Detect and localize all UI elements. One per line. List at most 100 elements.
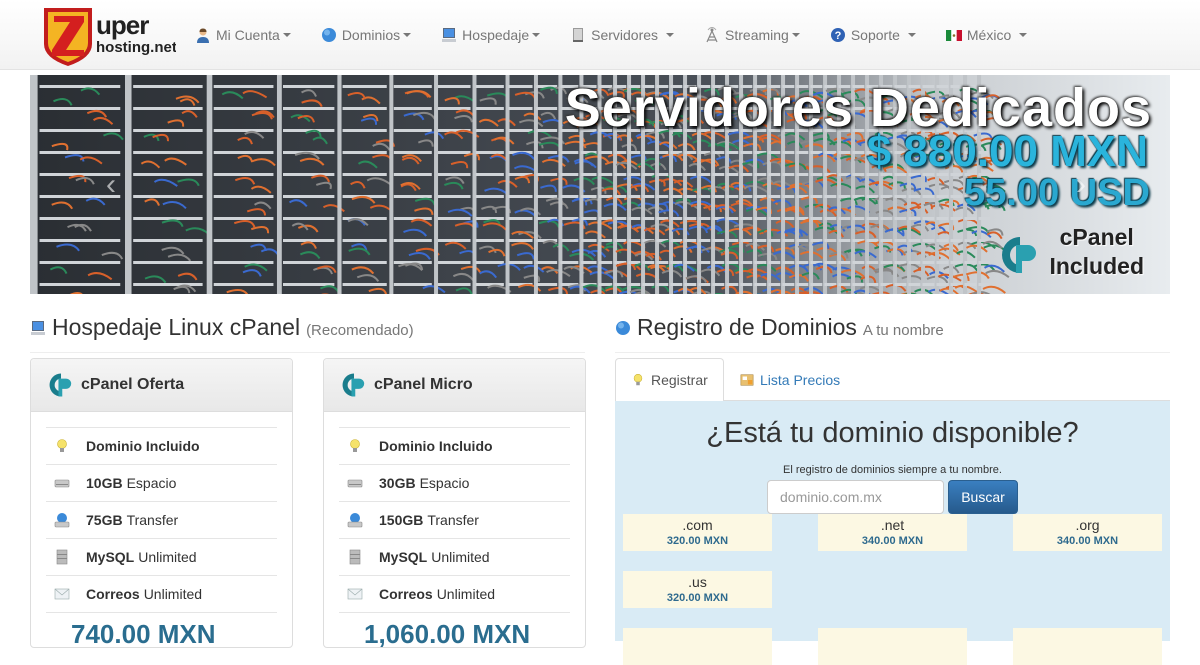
plan-features: Dominio Incluido 10GB Espacio 75GB Transfe… [46, 427, 277, 613]
nav-label: Hospedaje [462, 27, 530, 43]
feature-domain: Dominio Incluido [339, 428, 570, 465]
banner-cpanel-line1: cPanel [1059, 224, 1134, 250]
lightbulb-icon [633, 374, 643, 386]
mexico-flag-icon [945, 30, 962, 41]
banner-cpanel-line2: Included [1049, 253, 1144, 279]
plan-header: cPanel Oferta [31, 359, 292, 412]
divider [30, 352, 585, 353]
plan-card-micro: cPanel Micro Dominio Incluido 30GB Espaci… [323, 358, 586, 649]
nav-mexico[interactable]: México [945, 27, 1028, 43]
user-icon [197, 28, 209, 43]
domain-search-panel: ¿Está tu dominio disponible? El registro… [615, 401, 1170, 665]
nav-dominios[interactable]: Dominios [321, 27, 412, 43]
nav-servidores[interactable]: Servidores [570, 27, 675, 43]
banner-price-usd: 55.00 USD [964, 172, 1150, 214]
antenna-icon [706, 27, 718, 43]
navbar: uper hosting.net Mi Cuenta Dominios Hosp… [0, 0, 1200, 70]
globe-icon [321, 28, 336, 42]
hard-drive-icon [347, 479, 363, 488]
plan-card-oferta: cPanel Oferta Dominio Incluido 10GB Espac… [30, 358, 293, 649]
lightbulb-icon [350, 439, 360, 452]
caret-down-icon [532, 33, 541, 37]
feature-mysql: MySQL Unlimited [339, 539, 570, 576]
nav-label: Streaming [725, 27, 789, 43]
computer-icon [442, 28, 457, 42]
domain-tabs: Registrar Lista Precios [615, 358, 1170, 402]
computer-icon [31, 320, 45, 335]
feature-space: 30GB Espacio [339, 465, 570, 502]
tab-lista-precios[interactable]: Lista Precios [725, 358, 855, 401]
nav-streaming[interactable]: Streaming [704, 27, 800, 43]
domains-section-title: Registro de Dominios A tu nombre [615, 314, 944, 341]
domain-search-input[interactable] [767, 480, 944, 514]
search-button[interactable]: Buscar [948, 480, 1018, 514]
help-icon: ? [830, 28, 845, 42]
plan-features: Dominio Incluido 30GB Espacio 150GB Transf… [339, 427, 570, 613]
hero-carousel[interactable]: Servidores Dedicados $ 880.00 MXN 55.00 … [30, 75, 1170, 294]
carousel-prev-button[interactable]: ‹ [106, 170, 126, 200]
nav-soporte[interactable]: ? Soporte [830, 27, 916, 43]
envelope-icon [54, 588, 70, 600]
plan-price: 1,060.00 MXN [364, 619, 531, 649]
feature-email: Correos Unlimited [339, 576, 570, 613]
svg-text:uper: uper [96, 10, 149, 40]
hosting-title: Hospedaje Linux cPanel [52, 314, 301, 340]
tab-label: Registrar [651, 372, 708, 388]
feature-mysql: MySQL Unlimited [46, 539, 277, 576]
caret-down-icon [1019, 33, 1028, 37]
hosting-section-title: Hospedaje Linux cPanel (Recomendado) [30, 314, 414, 341]
cpanel-logo-icon [342, 373, 365, 397]
lightbulb-icon [57, 439, 67, 452]
domain-heading: ¿Está tu dominio disponible? [706, 417, 1079, 449]
svg-text:hosting.net: hosting.net [96, 39, 176, 56]
feature-space: 10GB Espacio [46, 465, 277, 502]
database-icon [349, 549, 361, 565]
plan-header: cPanel Micro [324, 359, 585, 412]
network-drive-icon [54, 513, 70, 528]
price-list-icon [740, 373, 754, 386]
plan-name: cPanel Oferta [81, 376, 185, 393]
tld-item[interactable]: .org 340.00 MXN [1013, 514, 1162, 551]
nav-label: México [966, 27, 1012, 43]
feature-email: Correos Unlimited [46, 576, 277, 613]
server-icon [573, 28, 584, 42]
tab-label: Lista Precios [760, 371, 841, 388]
domain-subheading: El registro de dominios siempre a tu nom… [783, 464, 1002, 476]
hosting-subtitle: (Recomendado) [306, 322, 414, 339]
caret-down-icon [791, 33, 800, 37]
divider [615, 352, 1170, 353]
feature-transfer: 75GB Transfer [46, 502, 277, 539]
caret-down-icon [403, 33, 412, 37]
nav-label: Mi Cuenta [216, 27, 280, 43]
banner-cpanel-text: cPanel Included [1049, 223, 1144, 281]
main-nav: Mi Cuenta Dominios Hospedaje Servidores … [195, 0, 1057, 70]
nav-label: Servidores [591, 27, 659, 43]
caret-down-icon [282, 33, 291, 37]
nav-label: Soporte [850, 27, 900, 43]
nav-hospedaje[interactable]: Hospedaje [441, 27, 541, 43]
domains-subtitle: A tu nombre [862, 322, 944, 339]
caret-down-icon [907, 33, 916, 37]
domains-title: Registro de Dominios [637, 314, 857, 340]
nav-mi-cuenta[interactable]: Mi Cuenta [195, 27, 291, 43]
database-icon [56, 549, 68, 565]
tab-registrar[interactable]: Registrar [615, 358, 724, 402]
hard-drive-icon [54, 479, 70, 488]
tld-item[interactable]: .us 320.00 MXN [623, 571, 772, 608]
globe-icon [616, 320, 630, 335]
carousel-next-button[interactable]: › [1076, 170, 1096, 200]
envelope-icon [347, 588, 363, 600]
banner-price-mxn: $ 880.00 MXN [866, 127, 1148, 176]
plan-price: 740.00 MXN [71, 619, 216, 649]
network-drive-icon [347, 513, 363, 528]
feature-domain: Dominio Incluido [46, 428, 277, 465]
cpanel-logo-icon [49, 373, 72, 397]
svg-text:?: ? [834, 30, 841, 42]
nav-label: Dominios [341, 27, 401, 43]
feature-transfer: 150GB Transfer [339, 502, 570, 539]
tld-item[interactable]: .com 320.00 MXN [623, 514, 772, 551]
caret-down-icon [666, 33, 675, 37]
plan-name: cPanel Micro [374, 376, 473, 393]
tld-item[interactable]: .net 340.00 MXN [818, 514, 967, 551]
zuper-hosting-logo[interactable]: uper hosting.net [40, 4, 176, 66]
